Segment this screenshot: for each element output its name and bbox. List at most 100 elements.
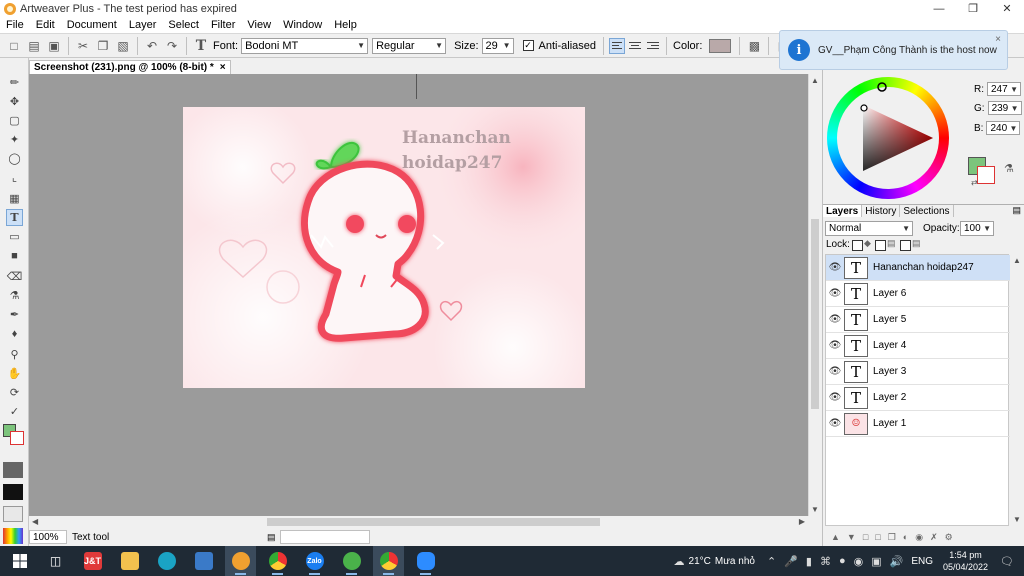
paint-bucket-tool-icon[interactable]: ♦	[6, 325, 23, 342]
lock-image-checkbox[interactable]	[875, 240, 886, 251]
menu-edit[interactable]: Edit	[30, 19, 61, 31]
move-layer-up-icon[interactable]: ▲	[831, 532, 840, 542]
blend-mode-dropdown[interactable]: Normal ▼	[825, 221, 913, 236]
canvas-text-layer[interactable]: Hananchan hoidap247	[402, 126, 562, 176]
magic-wand-tool-icon[interactable]: ✦	[6, 131, 23, 148]
scroll-up-icon[interactable]: ▲	[1013, 256, 1021, 265]
layer-mask-icon[interactable]: ◐	[903, 532, 908, 542]
tab-layers[interactable]: Layers	[823, 205, 863, 217]
hand-tool-icon[interactable]: ✋	[6, 365, 23, 382]
taskbar-app-store[interactable]	[188, 546, 219, 576]
menu-layer[interactable]: Layer	[123, 19, 163, 31]
shape-tool-icon[interactable]: ▭	[6, 228, 23, 245]
move-layer-down-icon[interactable]: ▼	[847, 532, 856, 542]
paste-icon[interactable]: ▧	[115, 38, 131, 54]
microphone-icon[interactable]: 🎤	[784, 555, 798, 568]
tray-app-icon[interactable]: ◉	[854, 555, 864, 568]
close-button[interactable]: ✕	[990, 0, 1024, 17]
panel-background-swatch[interactable]	[977, 166, 995, 184]
selection-arrow-tool-icon[interactable]: ✓	[6, 403, 23, 420]
canvas-area[interactable]: Hananchan hoidap247	[29, 74, 808, 516]
document-tab[interactable]: Screenshot (231).png @ 100% (8-bit) * ×	[29, 60, 231, 74]
align-center-button[interactable]	[627, 38, 643, 54]
scroll-left-icon[interactable]: ◀	[32, 517, 38, 526]
new-layer-icon[interactable]: □	[875, 532, 880, 542]
cut-icon[interactable]: ✂	[75, 38, 91, 54]
zoom-tool-icon[interactable]: ⚲	[6, 346, 23, 363]
menu-filter[interactable]: Filter	[205, 19, 241, 31]
taskbar-app-artweaver[interactable]	[225, 546, 256, 576]
layer-folder-icon[interactable]: □	[863, 532, 868, 542]
texture-preset-swatch[interactable]	[3, 484, 23, 500]
clock[interactable]: 1:54 pm 05/04/2022	[943, 549, 988, 573]
scroll-right-icon[interactable]: ▶	[799, 517, 805, 526]
layers-scrollbar[interactable]: ▲ ▼	[1010, 254, 1023, 526]
task-view-button[interactable]: ◫	[40, 546, 71, 576]
green-value-field[interactable]: 239 ▼	[987, 101, 1022, 115]
font-style-dropdown[interactable]: Regular ▼	[372, 37, 447, 54]
move-tool-icon[interactable]: ✥	[6, 93, 23, 110]
menu-view[interactable]: View	[241, 19, 277, 31]
input-language[interactable]: ENG	[911, 556, 933, 567]
brush-tool-icon[interactable]: ✏	[6, 74, 23, 91]
layer-row[interactable]: 👁 ☺ Layer 1	[826, 411, 1010, 437]
undo-icon[interactable]: ↶	[144, 38, 160, 54]
layer-row[interactable]: 👁 T Layer 6	[826, 281, 1010, 307]
weather-temperature[interactable]: 21°C	[689, 556, 711, 567]
battery-icon[interactable]: ▮	[806, 555, 812, 568]
start-button[interactable]	[0, 546, 40, 576]
taskbar-app-chrome[interactable]	[262, 546, 293, 576]
tray-app-icon-2[interactable]: ▣	[871, 555, 881, 568]
lasso-tool-icon[interactable]: ◯	[6, 150, 23, 167]
eye-icon[interactable]: 👁	[826, 314, 844, 325]
background-color-swatch[interactable]	[10, 431, 24, 445]
stamp-icon[interactable]: ⚗	[1004, 162, 1014, 175]
status-menu-icon[interactable]: ▤	[267, 532, 276, 543]
horizontal-scrollbar[interactable]: ◀ ▶	[29, 516, 808, 528]
red-value-field[interactable]: 247 ▼	[987, 82, 1021, 96]
zoom-level-field[interactable]: 100%	[29, 530, 67, 544]
horizontal-scroll-thumb[interactable]	[267, 518, 600, 526]
anti-aliased-checkbox[interactable]: ✓	[522, 40, 534, 51]
eye-icon[interactable]: 👁	[826, 288, 844, 299]
layer-effects-icon[interactable]: ◉	[915, 532, 923, 543]
scroll-down-icon[interactable]: ▼	[811, 505, 819, 514]
vertical-scrollbar[interactable]: ▲ ▼	[808, 74, 820, 516]
canvas-image[interactable]: Hananchan hoidap247	[183, 107, 585, 388]
eye-icon[interactable]: 👁	[826, 262, 844, 273]
text-color-swatch[interactable]	[709, 38, 732, 53]
close-document-button[interactable]: ×	[220, 62, 226, 73]
copy-icon[interactable]: ❐	[95, 38, 111, 54]
layer-row[interactable]: 👁 T Hananchan hoidap247	[826, 255, 1010, 281]
scroll-up-icon[interactable]: ▲	[811, 76, 819, 85]
layer-row[interactable]: 👁 T Layer 4	[826, 333, 1010, 359]
minimize-button[interactable]: —	[922, 0, 956, 17]
pattern-preset-swatch[interactable]	[3, 506, 23, 522]
rectangle-select-tool-icon[interactable]: ▢	[6, 112, 23, 129]
blue-value-field[interactable]: 240 ▼	[986, 121, 1021, 135]
maximize-button[interactable]: ❐	[956, 0, 990, 17]
eye-icon[interactable]: 👁	[826, 418, 844, 429]
align-right-button[interactable]	[645, 38, 661, 54]
font-dropdown[interactable]: Bodoni MT ▼	[241, 37, 369, 54]
panel-menu-icon[interactable]: ▤	[1012, 205, 1021, 217]
menu-select[interactable]: Select	[162, 19, 205, 31]
menu-window[interactable]: Window	[277, 19, 328, 31]
duplicate-layer-icon[interactable]: ❐	[888, 532, 896, 543]
color-triangle[interactable]	[827, 77, 949, 199]
lock-position-checkbox[interactable]	[900, 240, 911, 251]
notification-close-button[interactable]: ×	[995, 34, 1001, 45]
menu-file[interactable]: File	[0, 19, 30, 31]
brush-preset-swatch[interactable]	[3, 462, 23, 478]
warp-text-icon[interactable]: ▩	[746, 38, 762, 54]
taskbar-app-zalo[interactable]: Zalo	[299, 546, 330, 576]
save-icon[interactable]: ▣	[46, 38, 62, 54]
taskbar-app-edge[interactable]	[151, 546, 182, 576]
crop-tool-icon[interactable]: ⌞	[6, 169, 23, 186]
opacity-field[interactable]: 100 ▼	[960, 221, 994, 236]
taskbar-app-jnt[interactable]: J&T	[77, 546, 108, 576]
layer-settings-icon[interactable]: ⚙	[945, 532, 953, 543]
delete-layer-icon[interactable]: ✗	[930, 532, 938, 543]
network-app-icon[interactable]: ●	[839, 555, 846, 567]
rotate-view-tool-icon[interactable]: ⟳	[6, 384, 23, 401]
